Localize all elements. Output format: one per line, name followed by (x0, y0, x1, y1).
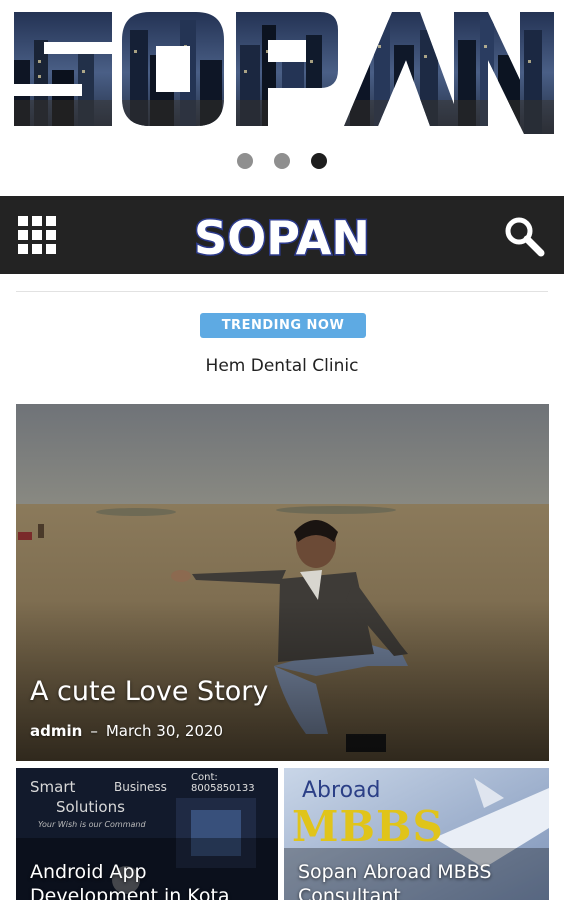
card-image-mbbs: MBBS (292, 802, 444, 851)
grid-menu-icon[interactable] (18, 216, 60, 254)
meta-separator: – (90, 722, 98, 740)
carousel-dot-2[interactable] (274, 152, 290, 169)
featured-post-title[interactable]: A cute Love Story (30, 676, 268, 707)
post-card-title[interactable]: Sopan Abroad MBBS Consultant (298, 860, 538, 900)
post-card-android-app[interactable]: Smart Business Solutions Your Wish is ou… (16, 768, 278, 900)
featured-post-image (16, 404, 549, 761)
post-card-title[interactable]: Android App Development in Kota (30, 860, 270, 900)
hero-banner[interactable] (0, 0, 564, 145)
carousel-dot-3[interactable] (311, 152, 328, 169)
section-divider (16, 291, 548, 292)
trending-headline-link[interactable]: Hem Dental Clinic (0, 356, 564, 376)
featured-post[interactable]: A cute Love Story admin – March 30, 2020 (16, 404, 549, 761)
logo-text: SOPAN (194, 211, 370, 265)
sopan-logo[interactable]: SOPAN (190, 200, 376, 270)
carousel-dots (0, 150, 564, 169)
trending-badge: TRENDING NOW (200, 313, 366, 338)
featured-post-meta: admin – March 30, 2020 (30, 722, 223, 740)
card-image-brand: Smart (30, 778, 76, 796)
card-image-brand-business: Business (114, 780, 167, 794)
card-image-abroad: Abroad (302, 778, 381, 803)
card-image-brand-solutions: Solutions (56, 798, 125, 816)
post-author[interactable]: admin (30, 722, 82, 740)
carousel-dot-1[interactable] (236, 152, 253, 169)
search-icon[interactable] (502, 214, 546, 258)
hero-sopan-graphic (14, 12, 554, 134)
card-image-tagline: Your Wish is our Command (38, 820, 146, 829)
post-date: March 30, 2020 (105, 722, 224, 740)
post-card-mbbs-consultant[interactable]: Abroad MBBS Sopan Abroad MBBS Consultant (284, 768, 549, 900)
card-image-contact: Cont: 8005850133 (191, 772, 255, 794)
